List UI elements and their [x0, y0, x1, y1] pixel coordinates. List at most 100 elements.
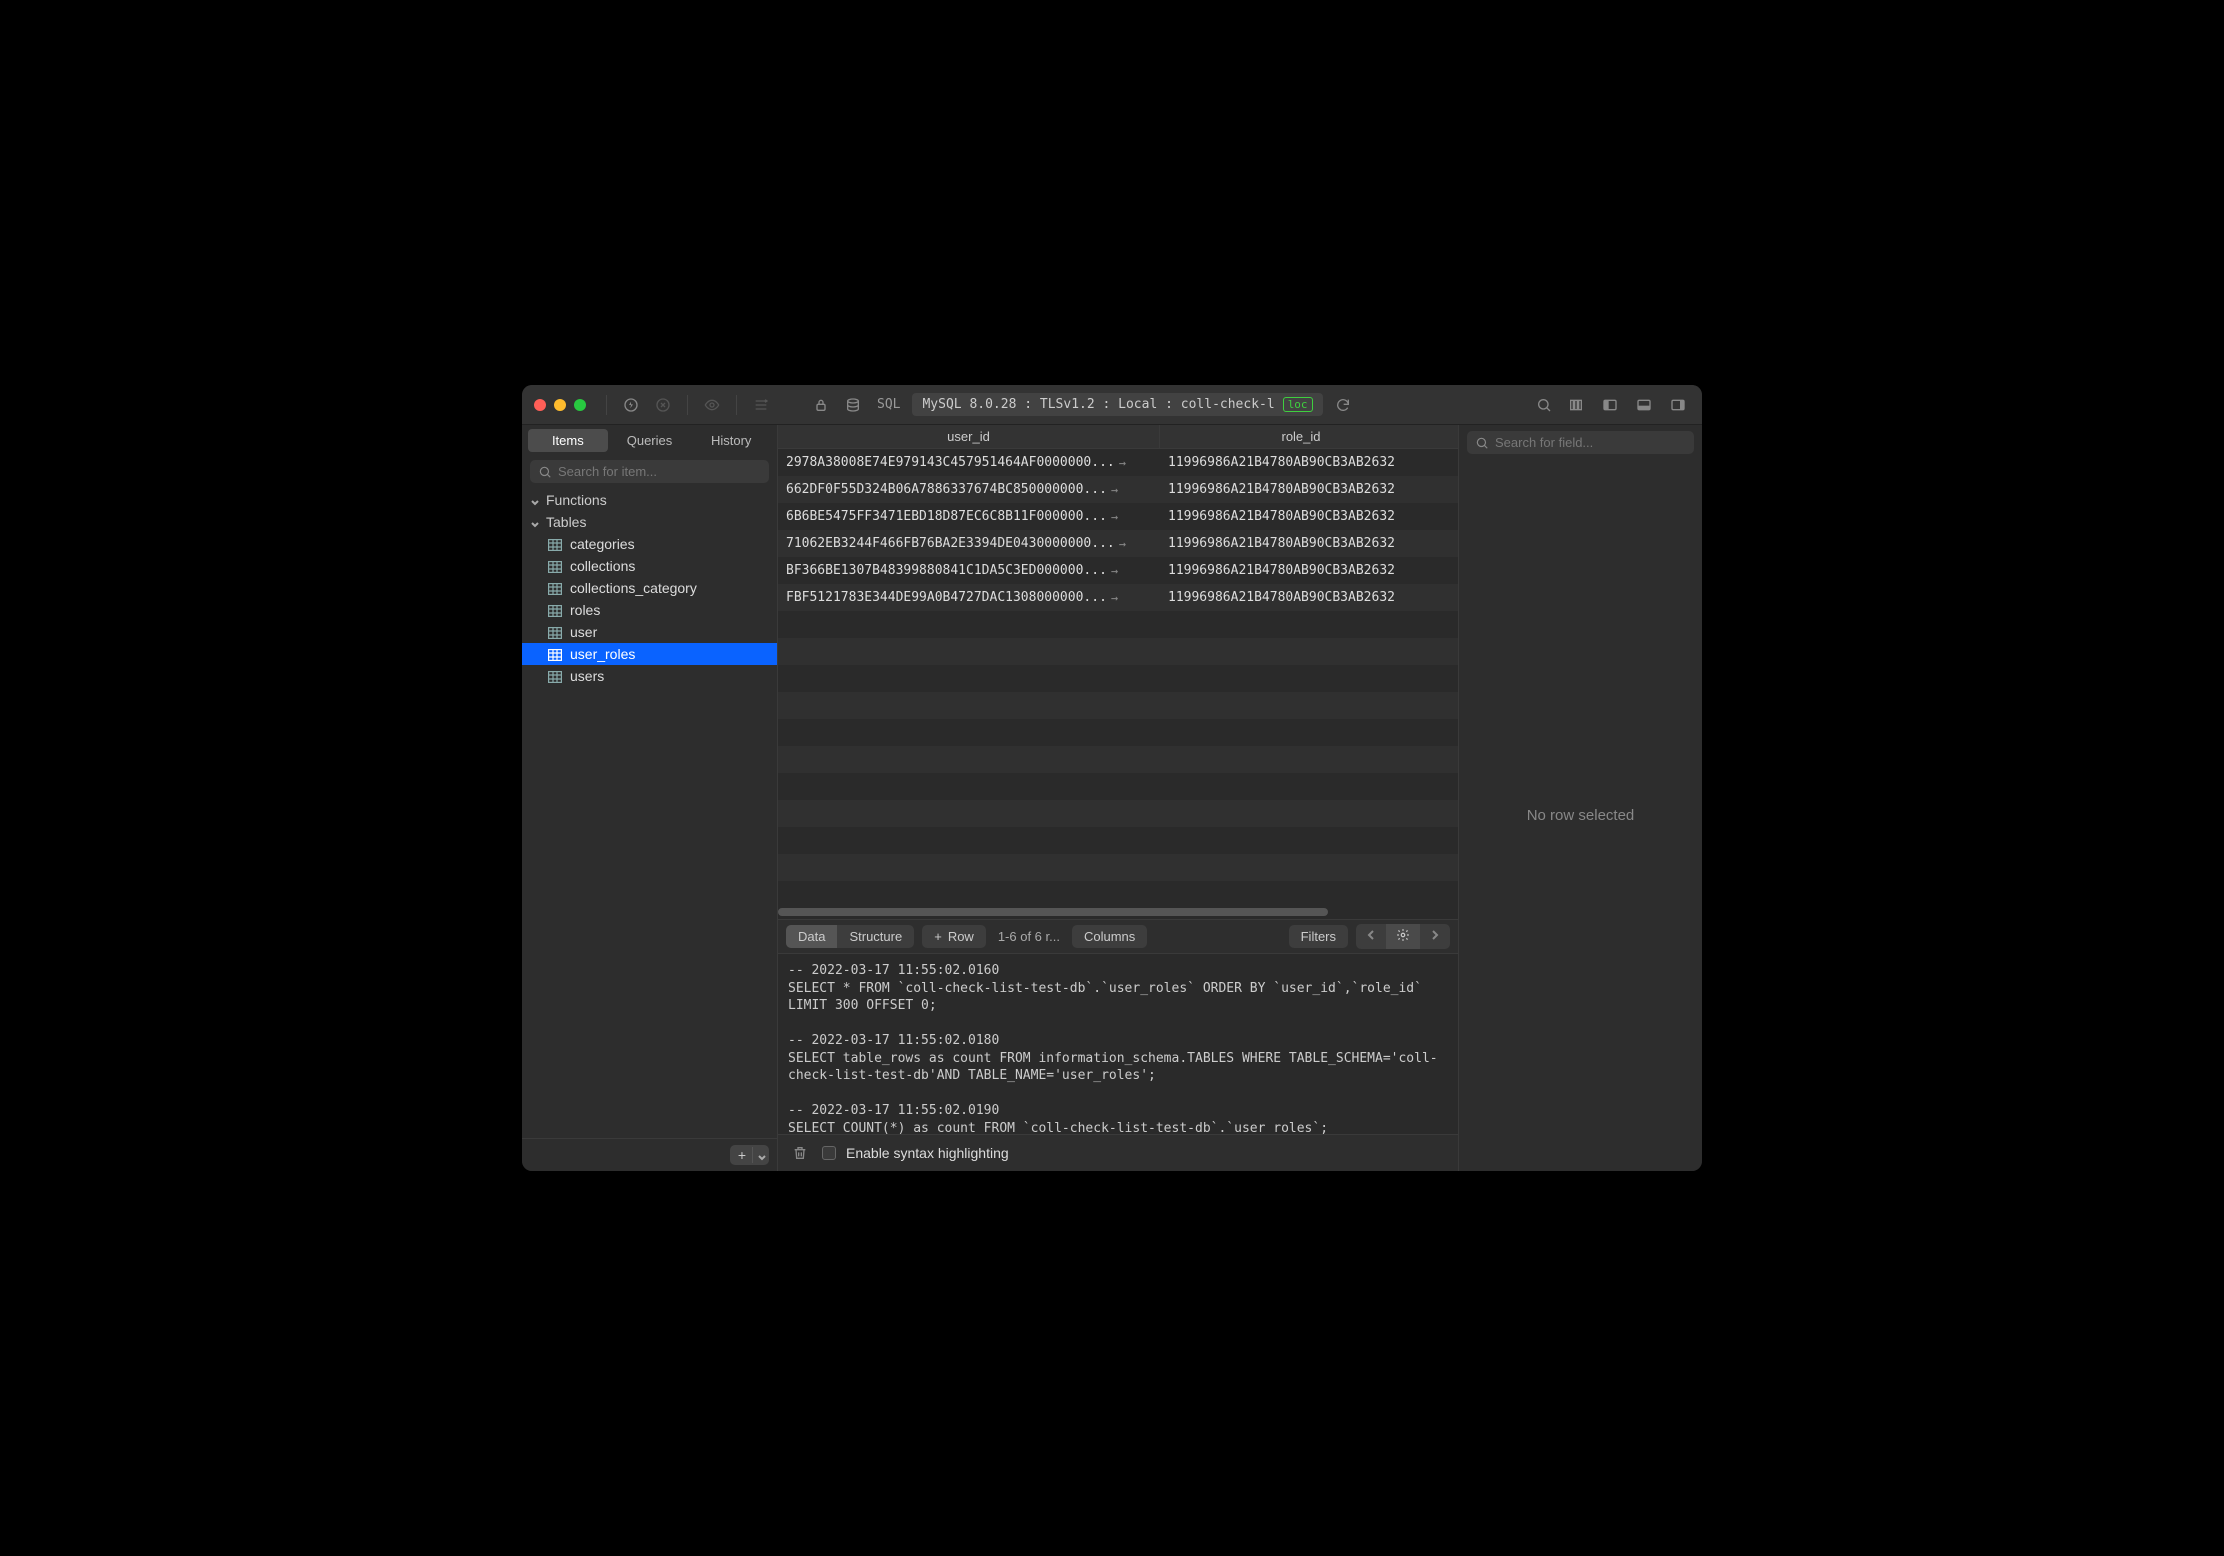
tree-group-tables[interactable]: Tables — [522, 511, 777, 533]
grid-body[interactable]: 2978A38008E74E979143C457951464AF0000000.… — [778, 449, 1458, 905]
add-row-button[interactable]: + Row — [922, 925, 986, 948]
refresh-icon[interactable] — [1331, 393, 1355, 417]
add-item-button[interactable]: + — [730, 1145, 769, 1165]
cell-role-id[interactable]: 11996986A21B4780AB90CB3AB2632 — [1160, 536, 1442, 551]
sidebar-tab-queries[interactable]: Queries — [610, 429, 690, 452]
column-header-user_id[interactable]: user_id — [778, 425, 1160, 448]
table-row[interactable]: FBF5121783E344DE99A0B4727DAC1308000000..… — [778, 584, 1458, 611]
tree-item-categories[interactable]: categories — [522, 533, 777, 555]
grid-header: user_idrole_id — [778, 425, 1458, 449]
panel-columns-icon[interactable] — [1564, 393, 1588, 417]
empty-row — [778, 773, 1458, 800]
arrow-right-icon: → — [1111, 591, 1118, 605]
tree-item-users[interactable]: users — [522, 665, 777, 687]
filters-button[interactable]: Filters — [1289, 925, 1348, 948]
cell-role-id[interactable]: 11996986A21B4780AB90CB3AB2632 — [1160, 482, 1442, 497]
main-panel: user_idrole_id 2978A38008E74E979143C4579… — [778, 425, 1458, 1171]
cell-user-id[interactable]: 6B6BE5475FF3471EBD18D87EC6C8B11F000000..… — [778, 509, 1160, 524]
cell-user-id[interactable]: 2978A38008E74E979143C457951464AF0000000.… — [778, 455, 1160, 470]
maximize-window-button[interactable] — [574, 399, 586, 411]
nav-group — [1356, 924, 1450, 949]
cell-user-id[interactable]: 71062EB3244F466FB76BA2E3394DE0430000000.… — [778, 536, 1160, 551]
prev-page-button[interactable] — [1356, 924, 1386, 949]
traffic-lights — [534, 399, 586, 411]
sidebar-tab-history[interactable]: History — [691, 429, 771, 452]
table-icon — [548, 538, 562, 550]
tree-item-label: collections_category — [570, 580, 697, 596]
trash-icon[interactable] — [788, 1141, 812, 1165]
table-row[interactable]: 2978A38008E74E979143C457951464AF0000000.… — [778, 449, 1458, 476]
bolt-icon[interactable] — [619, 393, 643, 417]
table-row[interactable]: 6B6BE5475FF3471EBD18D87EC6C8B11F000000..… — [778, 503, 1458, 530]
horizontal-scrollbar[interactable] — [778, 905, 1458, 919]
columns-button[interactable]: Columns — [1072, 925, 1147, 948]
next-page-button[interactable] — [1420, 924, 1450, 949]
tree-item-label: collections — [570, 558, 635, 574]
chevron-down-icon — [530, 517, 540, 527]
tree-item-label: categories — [570, 536, 635, 552]
empty-row — [778, 800, 1458, 827]
search-icon — [538, 465, 552, 479]
cell-role-id[interactable]: 11996986A21B4780AB90CB3AB2632 — [1160, 509, 1442, 524]
tree-item-collections[interactable]: collections — [522, 555, 777, 577]
panel-right-icon[interactable] — [1666, 393, 1690, 417]
column-header-role_id[interactable]: role_id — [1160, 425, 1442, 448]
table-row[interactable]: 71062EB3244F466FB76BA2E3394DE0430000000.… — [778, 530, 1458, 557]
arrow-right-icon: → — [1111, 483, 1118, 497]
empty-row — [778, 638, 1458, 665]
separator — [736, 395, 737, 415]
data-structure-segment: Data Structure — [786, 925, 914, 948]
empty-row — [778, 611, 1458, 638]
mid-toolbar: Data Structure + Row 1-6 of 6 r... Colum… — [778, 919, 1458, 954]
cell-user-id[interactable]: FBF5121783E344DE99A0B4727DAC1308000000..… — [778, 590, 1160, 605]
sidebar-tab-items[interactable]: Items — [528, 429, 608, 452]
details-search[interactable] — [1467, 431, 1694, 454]
titlebar: SQL MySQL 8.0.28 : TLSv1.2 : Local : col… — [522, 385, 1702, 425]
sidebar-search-input[interactable] — [558, 464, 761, 479]
table-icon — [548, 670, 562, 682]
connection-bar[interactable]: MySQL 8.0.28 : TLSv1.2 : Local : coll-ch… — [912, 393, 1322, 416]
sidebar-tree: Functions Tables categories collections co… — [522, 487, 777, 1138]
tree-group-label: Functions — [546, 492, 607, 508]
minimize-window-button[interactable] — [554, 399, 566, 411]
table-row[interactable]: BF366BE1307B48399880841C1DA5C3ED000000..… — [778, 557, 1458, 584]
syntax-highlight-label: Enable syntax highlighting — [846, 1145, 1009, 1161]
search-icon[interactable] — [1532, 393, 1556, 417]
cancel-icon[interactable] — [651, 393, 675, 417]
panel-bottom-icon[interactable] — [1632, 393, 1656, 417]
close-window-button[interactable] — [534, 399, 546, 411]
eye-icon[interactable] — [700, 393, 724, 417]
segment-structure[interactable]: Structure — [837, 925, 914, 948]
tree-item-user_roles[interactable]: user_roles — [522, 643, 777, 665]
tree-group-functions[interactable]: Functions — [522, 489, 777, 511]
cell-role-id[interactable]: 11996986A21B4780AB90CB3AB2632 — [1160, 455, 1442, 470]
arrow-right-icon: → — [1111, 564, 1118, 578]
tree-item-user[interactable]: user — [522, 621, 777, 643]
segment-data[interactable]: Data — [786, 925, 837, 948]
chevron-down-icon — [755, 1150, 765, 1160]
database-icon[interactable] — [841, 393, 865, 417]
tree-item-roles[interactable]: roles — [522, 599, 777, 621]
sidebar-search[interactable] — [530, 460, 769, 483]
panel-layout-icons — [1564, 393, 1690, 417]
sql-log[interactable]: -- 2022-03-17 11:55:02.0160 SELECT * FRO… — [778, 954, 1458, 1134]
empty-row — [778, 827, 1458, 854]
indent-icon[interactable] — [749, 393, 773, 417]
gear-icon — [1396, 928, 1410, 942]
details-search-input[interactable] — [1495, 435, 1686, 450]
tree-item-collections_category[interactable]: collections_category — [522, 577, 777, 599]
scrollbar-thumb[interactable] — [778, 908, 1328, 916]
settings-button[interactable] — [1386, 924, 1420, 949]
cell-user-id[interactable]: 662DF0F55D324B06A7886337674BC850000000..… — [778, 482, 1160, 497]
cell-role-id[interactable]: 11996986A21B4780AB90CB3AB2632 — [1160, 563, 1442, 578]
tree-item-label: users — [570, 668, 604, 684]
table-row[interactable]: 662DF0F55D324B06A7886337674BC850000000..… — [778, 476, 1458, 503]
details-panel: No row selected — [1458, 425, 1702, 1171]
syntax-highlight-checkbox[interactable] — [822, 1146, 836, 1160]
panel-left-icon[interactable] — [1598, 393, 1622, 417]
cell-role-id[interactable]: 11996986A21B4780AB90CB3AB2632 — [1160, 590, 1442, 605]
empty-row — [778, 719, 1458, 746]
separator — [606, 395, 607, 415]
cell-user-id[interactable]: BF366BE1307B48399880841C1DA5C3ED000000..… — [778, 563, 1160, 578]
lock-icon[interactable] — [809, 393, 833, 417]
